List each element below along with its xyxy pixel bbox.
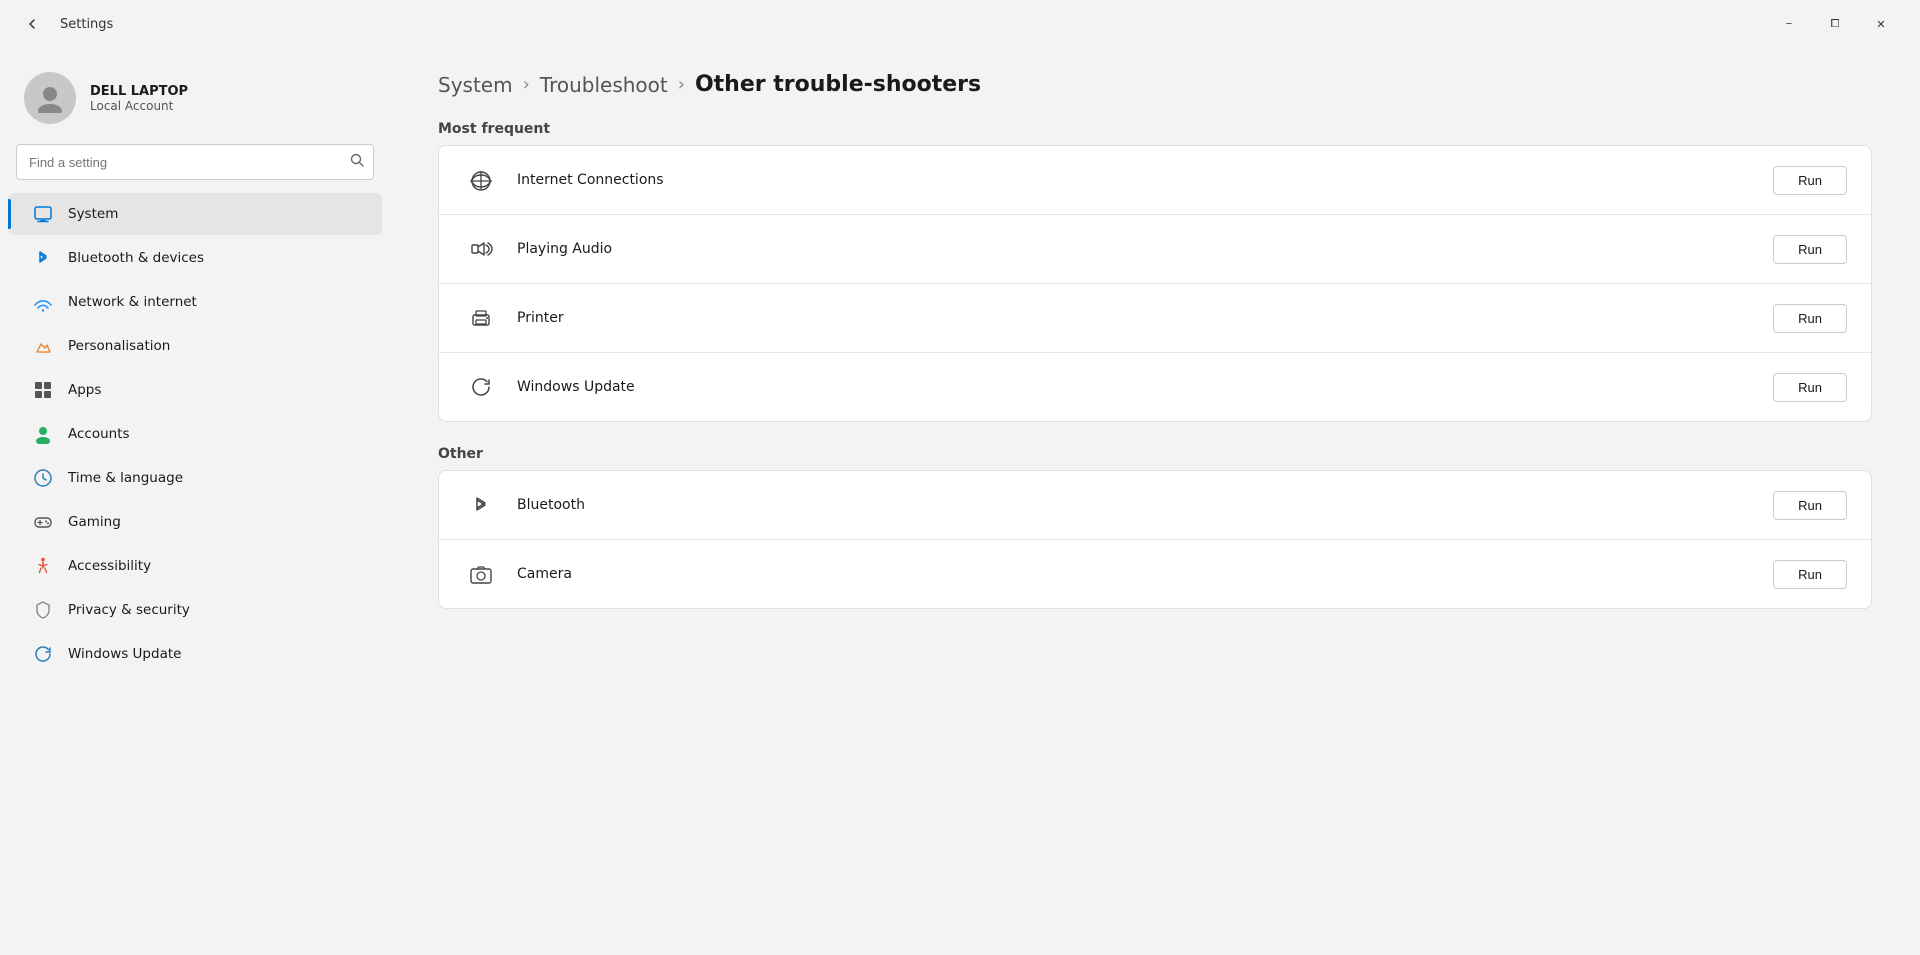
run-winupdate-button[interactable]: Run	[1773, 373, 1847, 402]
sidebar-item-accessibility[interactable]: Accessibility	[8, 545, 382, 587]
sidebar-item-accessibility-label: Accessibility	[68, 558, 151, 574]
run-internet-button[interactable]: Run	[1773, 166, 1847, 195]
search-input[interactable]	[16, 144, 374, 180]
sidebar: DELL LAPTOP Local Account	[0, 48, 390, 955]
ts-winupdate-name: Windows Update	[517, 379, 1755, 395]
sidebar-item-personalisation[interactable]: Personalisation	[8, 325, 382, 367]
back-button[interactable]	[16, 8, 48, 40]
breadcrumb-current: Other trouble-shooters	[695, 72, 981, 97]
winupdate-icon	[463, 369, 499, 405]
most-frequent-list: Internet Connections Run Playing Audio R…	[438, 145, 1872, 422]
most-frequent-title: Most frequent	[438, 121, 1872, 137]
sidebar-item-network[interactable]: Network & internet	[8, 281, 382, 323]
bluetooth-ts-icon	[463, 487, 499, 523]
sidebar-item-gaming[interactable]: Gaming	[8, 501, 382, 543]
update-icon	[32, 643, 54, 665]
breadcrumb-sep-2: ›	[678, 74, 685, 95]
run-bluetooth-button[interactable]: Run	[1773, 491, 1847, 520]
sidebar-item-time-label: Time & language	[68, 470, 183, 486]
ts-item-internet: Internet Connections Run	[439, 146, 1871, 215]
sidebar-item-privacy-label: Privacy & security	[68, 602, 190, 618]
system-icon	[32, 203, 54, 225]
avatar	[24, 72, 76, 124]
ts-printer-name: Printer	[517, 310, 1755, 326]
breadcrumb: System › Troubleshoot › Other trouble-sh…	[438, 72, 1872, 97]
personalisation-icon	[32, 335, 54, 357]
window-controls: − ⧠ ✕	[1766, 8, 1904, 40]
sidebar-item-privacy[interactable]: Privacy & security	[8, 589, 382, 631]
sidebar-item-time[interactable]: Time & language	[8, 457, 382, 499]
apps-icon	[32, 379, 54, 401]
breadcrumb-system[interactable]: System	[438, 73, 513, 97]
sidebar-item-gaming-label: Gaming	[68, 514, 121, 530]
app-title: Settings	[60, 17, 113, 32]
maximize-button[interactable]: ⧠	[1812, 8, 1858, 40]
run-printer-button[interactable]: Run	[1773, 304, 1847, 333]
sidebar-item-network-label: Network & internet	[68, 294, 197, 310]
ts-item-bluetooth: Bluetooth Run	[439, 471, 1871, 540]
sidebar-item-system-label: System	[68, 206, 118, 222]
search-box[interactable]	[16, 144, 374, 180]
camera-icon	[463, 556, 499, 592]
user-type: Local Account	[90, 99, 188, 113]
content-area: System › Troubleshoot › Other trouble-sh…	[390, 48, 1920, 955]
other-title: Other	[438, 446, 1872, 462]
sidebar-item-accounts-label: Accounts	[68, 426, 130, 442]
sidebar-item-personalisation-label: Personalisation	[68, 338, 170, 354]
sidebar-item-bluetooth[interactable]: Bluetooth & devices	[8, 237, 382, 279]
ts-audio-name: Playing Audio	[517, 241, 1755, 257]
sidebar-item-system[interactable]: System	[8, 193, 382, 235]
ts-item-audio: Playing Audio Run	[439, 215, 1871, 284]
breadcrumb-sep-1: ›	[523, 74, 530, 95]
ts-item-winupdate: Windows Update Run	[439, 353, 1871, 421]
sidebar-item-apps-label: Apps	[68, 382, 101, 398]
bluetooth-icon	[32, 247, 54, 269]
gaming-icon	[32, 511, 54, 533]
user-info: DELL LAPTOP Local Account	[90, 84, 188, 113]
ts-camera-name: Camera	[517, 566, 1755, 582]
run-camera-button[interactable]: Run	[1773, 560, 1847, 589]
ts-internet-name: Internet Connections	[517, 172, 1755, 188]
ts-bluetooth-name: Bluetooth	[517, 497, 1755, 513]
minimize-button[interactable]: −	[1766, 8, 1812, 40]
privacy-icon	[32, 599, 54, 621]
ts-item-printer: Printer Run	[439, 284, 1871, 353]
other-list: Bluetooth Run Camera Run	[438, 470, 1872, 609]
internet-icon	[463, 162, 499, 198]
accessibility-icon	[32, 555, 54, 577]
audio-icon	[463, 231, 499, 267]
time-icon	[32, 467, 54, 489]
user-name: DELL LAPTOP	[90, 84, 188, 99]
sidebar-item-apps[interactable]: Apps	[8, 369, 382, 411]
run-audio-button[interactable]: Run	[1773, 235, 1847, 264]
accounts-icon	[32, 423, 54, 445]
sidebar-item-update-label: Windows Update	[68, 646, 181, 662]
sidebar-item-update[interactable]: Windows Update	[8, 633, 382, 675]
sidebar-item-accounts[interactable]: Accounts	[8, 413, 382, 455]
sidebar-item-bluetooth-label: Bluetooth & devices	[68, 250, 204, 266]
network-icon	[32, 291, 54, 313]
ts-item-camera: Camera Run	[439, 540, 1871, 608]
titlebar: Settings − ⧠ ✕	[0, 0, 1920, 48]
close-button[interactable]: ✕	[1858, 8, 1904, 40]
breadcrumb-troubleshoot[interactable]: Troubleshoot	[540, 73, 668, 97]
user-profile: DELL LAPTOP Local Account	[0, 56, 390, 144]
printer-icon	[463, 300, 499, 336]
